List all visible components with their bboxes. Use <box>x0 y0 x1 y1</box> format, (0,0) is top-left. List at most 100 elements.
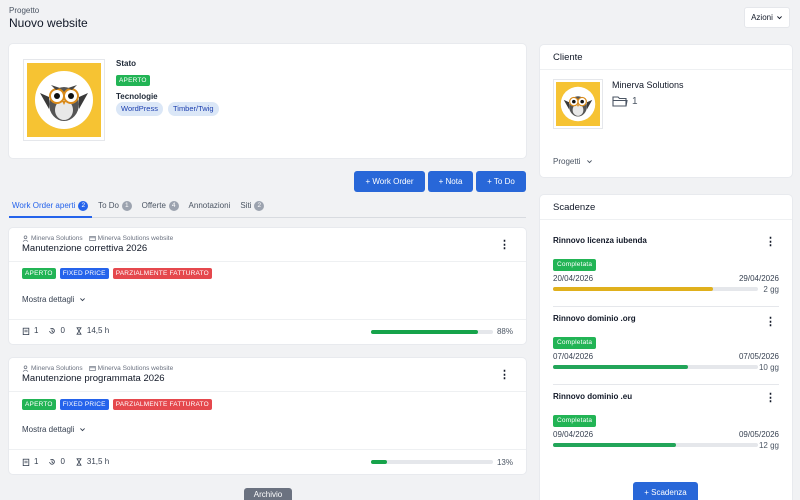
status-badge: APERTO <box>116 69 150 87</box>
tab-siti[interactable]: Siti 2 <box>237 196 268 218</box>
project-logo <box>23 59 105 141</box>
tab-annotazioni[interactable]: Annotazioni <box>186 196 235 218</box>
client-section-title: Cliente <box>553 52 583 63</box>
work-order-badges: APERTO FIXED PRICE PARZIALMENTE FATTURAT… <box>22 399 212 410</box>
work-order-client[interactable]: Minerva Solutions <box>31 365 83 372</box>
work-order-card[interactable]: Minerva Solutions Minerva Solutions webs… <box>9 358 526 474</box>
actions-button[interactable]: Azioni <box>744 7 790 28</box>
history-count: 0 <box>60 326 65 335</box>
show-details-label: Mostra dettagli <box>22 425 75 434</box>
deadline-progress-bar <box>553 287 758 291</box>
projects-label: Progetti <box>553 157 581 166</box>
add-work-order-button[interactable]: + Work Order <box>354 171 425 192</box>
actions-label: Azioni <box>751 13 773 22</box>
add-deadline-button[interactable]: + Scadenza <box>633 482 698 500</box>
show-details-toggle[interactable]: Mostra dettagli <box>22 425 86 434</box>
divider <box>9 261 526 262</box>
tab-work-order-aperti[interactable]: Work Order aperti 2 <box>9 196 93 218</box>
work-order-site[interactable]: Minerva Solutions website <box>98 365 174 372</box>
work-order-footer: 1 0 31,5 h <box>22 457 109 466</box>
show-details-toggle[interactable]: Mostra dettagli <box>22 295 86 304</box>
work-order-progress-bar <box>371 460 493 464</box>
client-folder-count[interactable]: 1 <box>612 95 638 107</box>
deadline-status: Completata <box>553 253 597 271</box>
deadline-progress-bar <box>553 443 758 447</box>
divider <box>540 219 792 220</box>
tab-count: 4 <box>168 201 179 211</box>
technologies-label: Tecnologie <box>116 92 158 101</box>
tab-offerte[interactable]: Offerte 4 <box>139 196 183 218</box>
work-order-title[interactable]: Manutenzione programmata 2026 <box>22 373 165 384</box>
kebab-menu-icon[interactable]: ⋮ <box>765 235 776 248</box>
history-icon <box>49 458 56 465</box>
hourglass-icon <box>76 457 82 466</box>
progress-fill <box>371 460 387 464</box>
progress-percent: 88% <box>496 327 513 336</box>
kebab-menu-icon[interactable]: ⋮ <box>499 238 510 251</box>
client-logo[interactable] <box>553 79 603 129</box>
divider <box>540 69 792 70</box>
task-count: 1 <box>34 457 39 466</box>
work-order-client[interactable]: Minerva Solutions <box>31 235 83 242</box>
work-order-footer: 1 0 14,5 h <box>22 326 109 335</box>
deadline-item[interactable]: Rinnovo dominio .org ⋮ Completata 07/04/… <box>540 314 792 374</box>
progress-fill <box>553 287 713 291</box>
tab-count: 2 <box>78 201 89 211</box>
website-icon <box>89 366 96 371</box>
deadline-title: Rinnovo dominio .eu <box>553 392 633 401</box>
billing-badge: PARZIALMENTE FATTURATO <box>112 268 212 279</box>
add-note-button[interactable]: + Nota <box>428 171 473 192</box>
progress-fill <box>553 443 676 447</box>
folder-count: 1 <box>632 95 638 107</box>
chevron-down-icon <box>80 428 86 432</box>
chevron-down-icon <box>80 298 86 302</box>
progress-fill <box>371 330 479 334</box>
page-title: Nuovo website <box>9 16 88 30</box>
client-projects-toggle[interactable]: Progetti <box>553 157 593 166</box>
deadline-status: Completata <box>553 409 597 427</box>
project-tabs: Work Order aperti 2 To Do 1 Offerte 4 An… <box>9 196 526 218</box>
client-name[interactable]: Minerva Solutions <box>612 80 684 90</box>
kebab-menu-icon[interactable]: ⋮ <box>765 391 776 404</box>
add-todo-button[interactable]: + To Do <box>476 171 526 192</box>
technologies-list: WordPress Timber/Twig <box>116 102 219 116</box>
deadline-end-date: 09/05/2026 <box>738 430 779 439</box>
chevron-down-icon <box>776 16 782 20</box>
tab-todo[interactable]: To Do 1 <box>95 196 136 218</box>
deadline-start-date: 20/04/2026 <box>553 274 594 283</box>
history-count: 0 <box>60 457 65 466</box>
user-icon <box>22 235 29 242</box>
user-icon <box>22 365 29 372</box>
history-icon <box>49 327 56 334</box>
tab-label: Offerte <box>141 201 166 210</box>
status-badge: APERTO <box>22 399 56 410</box>
work-order-card[interactable]: Minerva Solutions Minerva Solutions webs… <box>9 228 526 344</box>
owl-logo-icon <box>556 82 600 126</box>
pricing-badge: FIXED PRICE <box>59 268 109 279</box>
archive-button[interactable]: Archivio <box>244 488 292 500</box>
website-icon <box>89 236 96 241</box>
divider <box>553 384 779 385</box>
hours-spent: 31,5 h <box>86 457 110 466</box>
kebab-menu-icon[interactable]: ⋮ <box>499 368 510 381</box>
tab-count: 2 <box>254 201 265 211</box>
work-order-title[interactable]: Manutenzione correttiva 2026 <box>22 243 147 254</box>
work-order-meta: Minerva Solutions Minerva Solutions webs… <box>22 365 173 372</box>
pricing-badge: FIXED PRICE <box>59 399 109 410</box>
billing-badge: PARZIALMENTE FATTURATO <box>112 399 212 410</box>
chevron-down-icon <box>586 160 592 164</box>
kebab-menu-icon[interactable]: ⋮ <box>765 315 776 328</box>
deadline-title: Rinnovo licenza iubenda <box>553 236 647 245</box>
deadline-days-left: 12 gg <box>758 441 779 450</box>
deadlines-card: Scadenze Rinnovo licenza iubenda ⋮ Compl… <box>540 195 792 500</box>
deadline-item[interactable]: Rinnovo licenza iubenda ⋮ Completata 20/… <box>540 236 792 296</box>
work-order-site[interactable]: Minerva Solutions website <box>98 235 174 242</box>
deadline-item[interactable]: Rinnovo dominio .eu ⋮ Completata 09/04/2… <box>540 392 792 452</box>
tab-label: Siti <box>240 201 252 210</box>
tab-label: Work Order aperti <box>12 201 76 210</box>
deadline-progress-bar <box>553 365 758 369</box>
owl-logo-icon <box>27 63 101 137</box>
show-details-label: Mostra dettagli <box>22 295 75 304</box>
work-order-meta: Minerva Solutions Minerva Solutions webs… <box>22 235 173 242</box>
breadcrumb[interactable]: Progetto <box>9 6 39 15</box>
